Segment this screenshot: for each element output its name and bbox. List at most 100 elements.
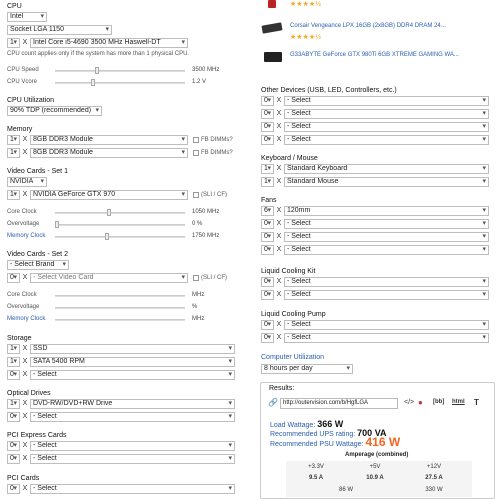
times-icon: X bbox=[276, 233, 282, 240]
sli-checkbox[interactable] bbox=[193, 192, 199, 198]
product-link[interactable]: Corsair Vengeance LPX 16GB (2x8GB) DDR4 … bbox=[290, 23, 446, 29]
overvoltage-slider[interactable] bbox=[55, 307, 185, 309]
slider-handle[interactable] bbox=[107, 209, 111, 216]
pcie-model-select[interactable]: - Select bbox=[30, 441, 235, 451]
slider-handle[interactable] bbox=[91, 79, 95, 86]
other-model-select[interactable]: - Select bbox=[284, 122, 489, 132]
other-model-select[interactable]: - Select bbox=[284, 135, 489, 145]
other-qty-select[interactable]: 0 bbox=[261, 135, 274, 145]
cu-select[interactable]: 8 hours per day bbox=[261, 364, 353, 374]
times-icon: X bbox=[276, 207, 282, 214]
storage-qty-select[interactable]: 1 bbox=[7, 344, 20, 354]
bbcode-icon[interactable]: [bb] bbox=[433, 399, 444, 405]
optical-qty-select[interactable]: 1 bbox=[7, 399, 20, 409]
kbm-qty-select[interactable]: 1 bbox=[261, 164, 274, 174]
storage-model-select[interactable]: SATA 5400 RPM bbox=[30, 357, 235, 367]
fans-qty-select[interactable]: 0 bbox=[261, 245, 274, 255]
text-icon[interactable]: T bbox=[474, 398, 479, 407]
reddit-icon[interactable]: ● bbox=[418, 398, 423, 407]
video2-qty-select[interactable]: 0 bbox=[7, 273, 20, 283]
storage-model-select[interactable]: SSD bbox=[30, 344, 235, 354]
code-icon[interactable]: </> bbox=[404, 399, 414, 406]
fans-qty-select[interactable]: 0 bbox=[261, 232, 274, 242]
pcie-qty-select[interactable]: 0 bbox=[7, 441, 20, 451]
storage-qty-select[interactable]: 0 bbox=[7, 370, 20, 380]
times-icon: X bbox=[22, 345, 28, 352]
times-icon: X bbox=[22, 274, 28, 281]
fans-qty-select[interactable]: 6 bbox=[261, 206, 274, 216]
storage-model-select[interactable]: - Select bbox=[30, 370, 235, 380]
optical-model-select[interactable]: DVD-RW/DVD+RW Drive bbox=[30, 399, 235, 409]
overvoltage-slider[interactable] bbox=[55, 221, 185, 228]
other-qty-select[interactable]: 0 bbox=[261, 122, 274, 132]
lcp-qty-select[interactable]: 0 bbox=[261, 320, 274, 330]
fans-model-select[interactable]: 120mm bbox=[284, 206, 489, 216]
product-image[interactable] bbox=[268, 0, 276, 8]
video1-model-select[interactable]: NVIDIA GeForce GTX 970 bbox=[30, 190, 188, 200]
fans-model-select[interactable]: - Select bbox=[284, 245, 489, 255]
fans-qty-select[interactable]: 0 bbox=[261, 219, 274, 229]
lcp-qty-select[interactable]: 0 bbox=[261, 333, 274, 343]
core-clock-label: Core Clock bbox=[7, 292, 37, 298]
other-qty-select[interactable]: 0 bbox=[261, 109, 274, 119]
memory-qty-select[interactable]: 1 bbox=[7, 135, 20, 145]
video2-brand-select[interactable]: - Select Brand bbox=[7, 260, 69, 270]
sli-checkbox[interactable] bbox=[193, 275, 199, 281]
kbm-model-select[interactable]: Standard Mouse bbox=[284, 177, 489, 187]
cpu-brand-select[interactable]: Intel bbox=[7, 12, 47, 22]
video2-heading: Video Cards - Set 2 bbox=[7, 251, 68, 258]
core-clock-slider[interactable] bbox=[55, 209, 185, 216]
times-icon: X bbox=[276, 321, 282, 328]
cpu-speed-slider[interactable] bbox=[55, 67, 185, 74]
slider-handle[interactable] bbox=[55, 221, 59, 228]
pcie-qty-select[interactable]: 0 bbox=[7, 454, 20, 464]
lck-qty-select[interactable]: 0 bbox=[261, 277, 274, 287]
rail-label: +5V bbox=[369, 464, 381, 470]
other-model-select[interactable]: - Select bbox=[284, 109, 489, 119]
core-clock-unit: MHz bbox=[192, 292, 205, 298]
product-image[interactable] bbox=[261, 22, 283, 34]
pcie-model-select[interactable]: - Select bbox=[30, 454, 235, 464]
product-link[interactable]: G33ABYTE GeForce GTX 980Ti 6GB XTREME GA… bbox=[290, 52, 459, 58]
product-image[interactable] bbox=[264, 52, 282, 62]
fans-model-select[interactable]: - Select bbox=[284, 219, 489, 229]
lck-model-select[interactable]: - Select bbox=[284, 290, 489, 300]
optical-model-select[interactable]: - Select bbox=[30, 412, 235, 422]
other-model-select[interactable]: - Select bbox=[284, 96, 489, 106]
optical-qty-select[interactable]: 0 bbox=[7, 412, 20, 422]
slider-handle[interactable] bbox=[105, 233, 109, 240]
share-url-input[interactable]: http://outervision.com/b/HgfLGA bbox=[280, 398, 398, 409]
video2-model-select[interactable]: - Select Video Card bbox=[30, 273, 188, 283]
pci-model-select[interactable]: - Select bbox=[30, 484, 235, 494]
lck-qty-select[interactable]: 0 bbox=[261, 290, 274, 300]
lcp-model-select[interactable]: - Select bbox=[284, 333, 489, 343]
slider-handle[interactable] bbox=[95, 67, 99, 74]
memory-qty-select[interactable]: 1 bbox=[7, 148, 20, 158]
fb-dimm-checkbox[interactable] bbox=[193, 150, 199, 156]
lcp-model-select[interactable]: - Select bbox=[284, 320, 489, 330]
lck-model-select[interactable]: - Select bbox=[284, 277, 489, 287]
memory-model-select[interactable]: 8GB DDR3 Module bbox=[30, 148, 188, 158]
core-clock-slider[interactable] bbox=[55, 295, 185, 297]
cpu-vcore-slider[interactable] bbox=[55, 79, 185, 86]
storage-qty-select[interactable]: 1 bbox=[7, 357, 20, 367]
memory-clock-slider[interactable] bbox=[55, 319, 185, 321]
cpu-model-select[interactable]: Intel Core i5-4690 3500 MHz Haswell-DT bbox=[30, 38, 188, 48]
core-clock-label: Core Clock bbox=[7, 209, 37, 215]
cpu-qty-select[interactable]: 1 bbox=[7, 38, 20, 48]
pci-qty-select[interactable]: 0 bbox=[7, 484, 20, 494]
memory-model-select[interactable]: 8GB DDR3 Module bbox=[30, 135, 188, 145]
kbm-qty-select[interactable]: 1 bbox=[261, 177, 274, 187]
cpu-socket-select[interactable]: Socket LGA 1150 bbox=[7, 25, 112, 35]
video1-qty-select[interactable]: 1 bbox=[7, 190, 20, 200]
html-icon[interactable]: html bbox=[452, 399, 465, 405]
video1-brand-select[interactable]: NVIDIA bbox=[7, 177, 47, 187]
other-qty-select[interactable]: 0 bbox=[261, 96, 274, 106]
fb-dimm-checkbox[interactable] bbox=[193, 137, 199, 143]
results-title: Results: bbox=[267, 385, 297, 392]
times-icon: X bbox=[22, 136, 28, 143]
memory-clock-slider[interactable] bbox=[55, 233, 185, 240]
fans-model-select[interactable]: - Select bbox=[284, 232, 489, 242]
kbm-model-select[interactable]: Standard Keyboard bbox=[284, 164, 489, 174]
cpu-util-select[interactable]: 90% TDP (recommended) bbox=[7, 106, 102, 116]
